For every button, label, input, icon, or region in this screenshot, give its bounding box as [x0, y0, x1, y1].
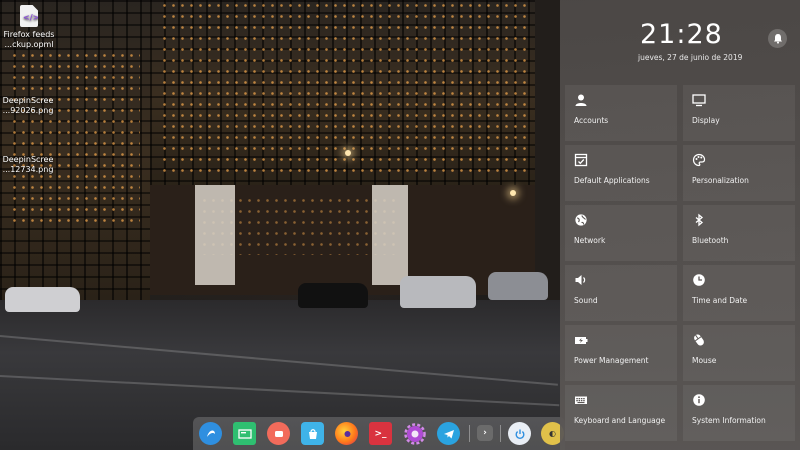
tile-default-applications[interactable]: Default Applications	[565, 145, 677, 201]
tile-label: Time and Date	[692, 296, 748, 305]
tile-label: Personalization	[692, 176, 749, 185]
clock-date: jueves, 27 de junio de 2019	[638, 53, 743, 62]
speaker-icon	[575, 275, 586, 285]
wallpaper-car	[5, 287, 80, 312]
palette-icon	[692, 153, 706, 167]
notification-bell-icon[interactable]	[768, 29, 787, 48]
tile-sound[interactable]: Sound	[565, 265, 677, 321]
tile-label: Mouse	[692, 356, 717, 365]
tile-label: Sound	[574, 296, 598, 305]
power-icon[interactable]	[508, 422, 531, 445]
monitor-icon	[692, 94, 706, 107]
desktop-file-label: ...12734.png	[2, 165, 54, 174]
mouse-icon	[694, 334, 704, 346]
tile-label: Display	[692, 116, 720, 125]
wallpaper-street-lamp	[510, 190, 516, 196]
dock: >_ › ◐	[193, 417, 565, 450]
tile-label: Keyboard and Language	[574, 416, 666, 425]
desktop-file-label: Firefox feeds	[3, 30, 55, 39]
settings-icon[interactable]	[403, 422, 426, 445]
tile-accounts[interactable]: Accounts	[565, 85, 677, 141]
clock-icon	[693, 274, 705, 286]
default-apps-icon	[574, 153, 588, 167]
wallpaper-lights-left	[10, 50, 140, 230]
wallpaper-car	[400, 276, 476, 308]
show-more-icon[interactable]: ›	[477, 425, 493, 441]
tile-power-management[interactable]: Power Management	[565, 325, 677, 381]
launcher-icon[interactable]	[199, 422, 222, 445]
desktop-file-label: ...ckup.opml	[4, 40, 54, 49]
wallpaper-banner-left	[195, 185, 235, 285]
tile-label: Accounts	[574, 116, 609, 125]
terminal-icon[interactable]: >_	[369, 422, 392, 445]
app-store-icon[interactable]	[301, 422, 324, 445]
desktop-file-screenshot-1[interactable]: DeepinScree ...92026.png	[0, 96, 57, 116]
tile-keyboard-and-language[interactable]: Keyboard and Language	[565, 385, 677, 441]
wallpaper-banner-right	[372, 185, 408, 285]
tile-bluetooth[interactable]: Bluetooth	[683, 205, 795, 261]
tile-label: Power Management	[574, 356, 649, 365]
tile-mouse[interactable]: Mouse	[683, 325, 795, 381]
desktop-file-label: DeepinScree	[2, 155, 54, 164]
info-icon	[693, 394, 705, 406]
desktop-file-label: ...92026.png	[2, 106, 54, 115]
tile-system-information[interactable]: System Information	[683, 385, 795, 441]
tile-display[interactable]: Display	[683, 85, 795, 141]
user-icon	[575, 94, 587, 106]
clock-time: 21:28	[640, 19, 723, 50]
tile-label: Default Applications	[574, 176, 650, 185]
desktop-file-screenshot-2[interactable]: DeepinScree ...12734.png	[0, 155, 57, 175]
wallpaper-car	[298, 283, 368, 308]
wallpaper-car	[488, 272, 548, 300]
desktop-file-firefox-feeds[interactable]: </> Firefox feeds ...ckup.opml	[0, 5, 58, 50]
file-manager-icon[interactable]	[233, 422, 256, 445]
tile-time-and-date[interactable]: Time and Date	[683, 265, 795, 321]
dock-separator	[469, 425, 470, 442]
dock-separator	[500, 425, 501, 442]
firefox-icon[interactable]	[335, 422, 358, 445]
tile-network[interactable]: Network	[565, 205, 677, 261]
battery-icon	[575, 337, 588, 344]
keyboard-icon	[575, 396, 587, 404]
opml-file-icon: </>	[20, 5, 38, 27]
tile-label: Bluetooth	[692, 236, 729, 245]
telegram-icon[interactable]	[437, 422, 460, 445]
tile-label: Network	[574, 236, 606, 245]
tile-personalization[interactable]: Personalization	[683, 145, 795, 201]
globe-icon	[575, 214, 587, 226]
tile-label: System Information	[692, 416, 766, 425]
bluetooth-icon	[695, 213, 704, 227]
wallpaper-street-lamp	[345, 150, 351, 156]
desktop-file-label: DeepinScree	[2, 96, 54, 105]
screen-recorder-icon[interactable]	[267, 422, 290, 445]
